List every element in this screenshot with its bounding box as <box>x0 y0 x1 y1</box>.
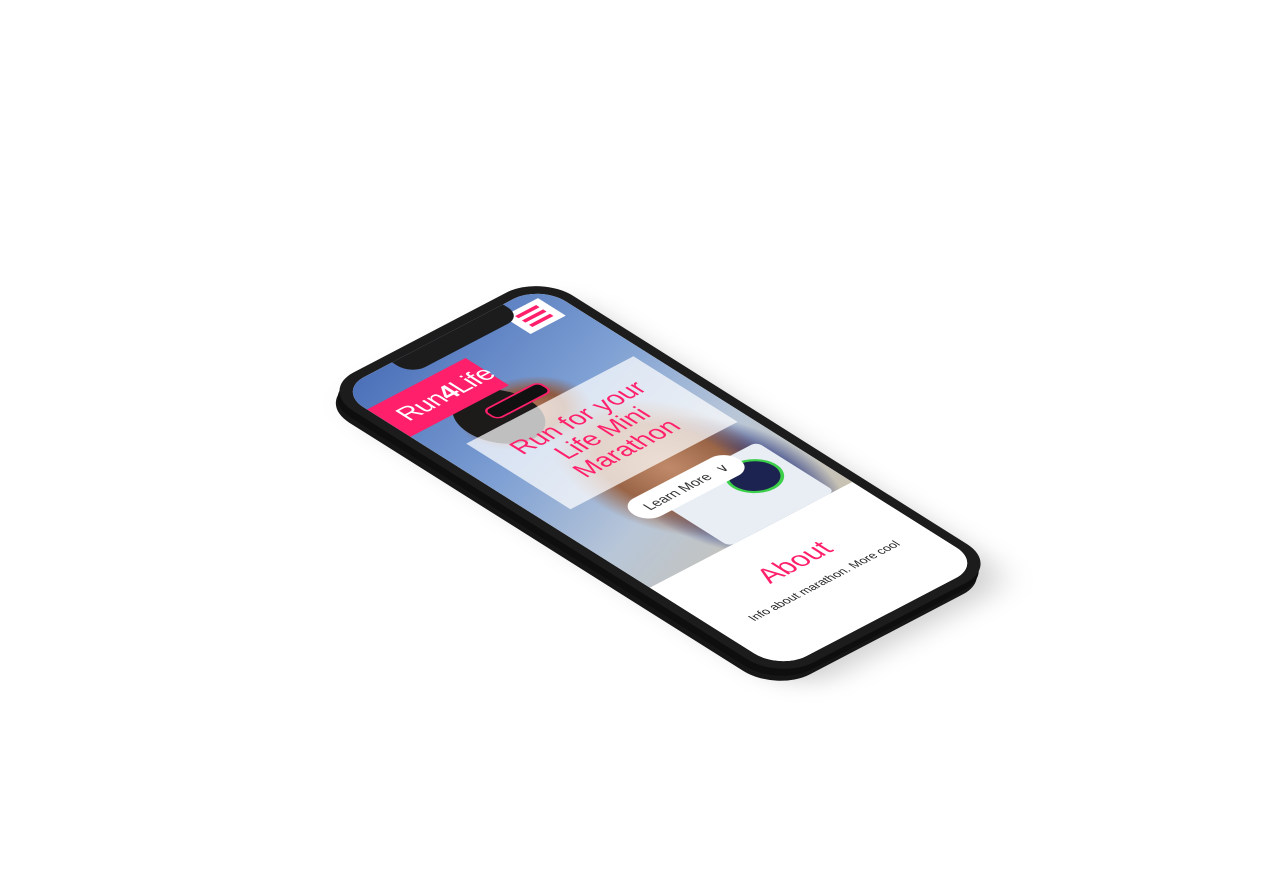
phone-screen: Run 4 Life Run for your Life Mini Marathon… <box>337 285 983 670</box>
chevron-down-icon: ∨ <box>710 461 734 475</box>
